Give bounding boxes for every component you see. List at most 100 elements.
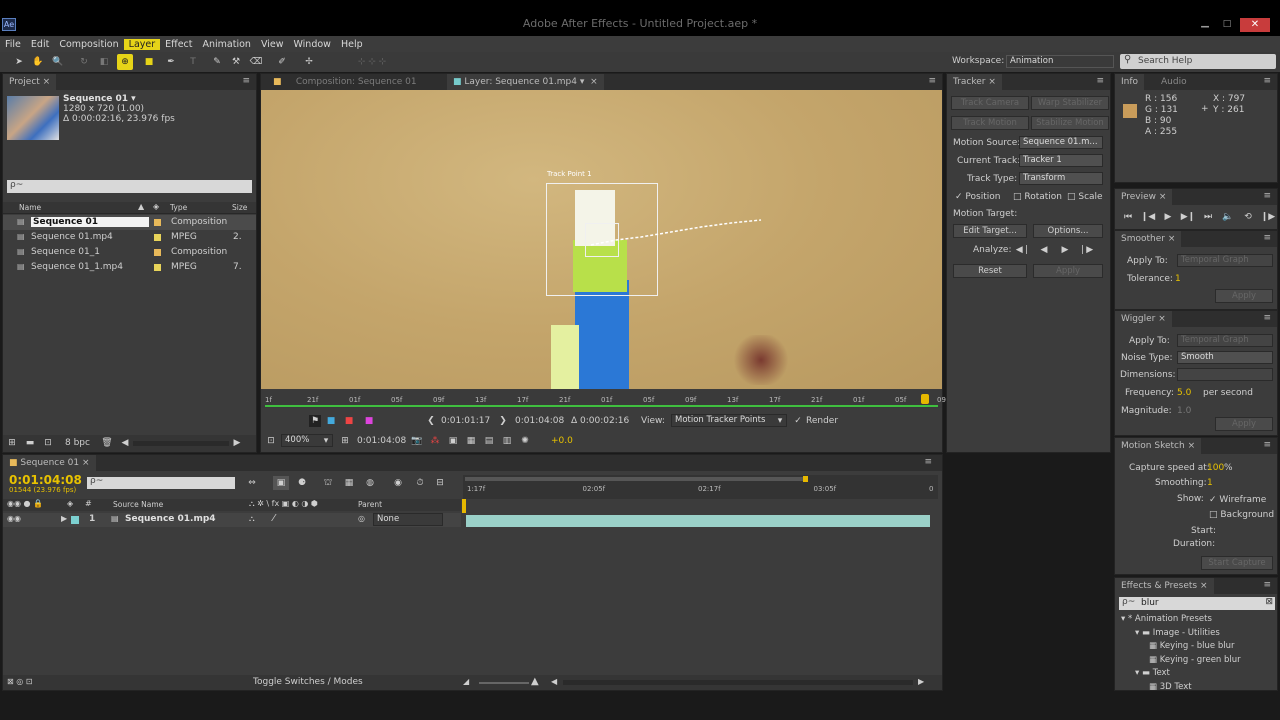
wiggler-apply-to-dropdown[interactable]: Temporal Graph bbox=[1177, 334, 1273, 347]
new-folder-icon[interactable]: ▬ bbox=[24, 437, 36, 449]
zoom-arrow-icon[interactable]: ▾ bbox=[321, 435, 331, 447]
project-item-name[interactable]: Sequence 01 ▾ bbox=[63, 94, 136, 104]
effects-tree-item[interactable]: ▦ Keying - blue blur bbox=[1149, 641, 1234, 651]
tab-sequence-01[interactable]: ■ Sequence 01 × bbox=[3, 455, 96, 471]
effects-tree-item[interactable]: ▾ * Animation Presets bbox=[1121, 614, 1212, 624]
reset-button[interactable]: Reset bbox=[953, 264, 1027, 278]
tab-effects-presets[interactable]: Effects & Presets × bbox=[1115, 578, 1214, 594]
current-time-indicator[interactable] bbox=[921, 394, 929, 404]
timeline-scroll-left-icon[interactable]: ◀ bbox=[551, 677, 557, 686]
ram-preview-icon[interactable]: ❙▶ bbox=[1261, 211, 1275, 223]
exposure-value[interactable]: +0.0 bbox=[551, 436, 573, 446]
layer-quality-icon[interactable]: ⁄ bbox=[273, 513, 275, 524]
tab-info[interactable]: Info bbox=[1115, 74, 1145, 90]
smoother-apply-button[interactable]: Apply bbox=[1215, 289, 1273, 303]
project-row-label-color[interactable] bbox=[154, 219, 161, 226]
out-time[interactable]: 0:01:04:08 bbox=[515, 416, 564, 426]
parent-dropdown[interactable]: None bbox=[373, 513, 443, 526]
views-layout-icon[interactable]: ▤ bbox=[483, 435, 495, 447]
scale-checkbox[interactable]: □ Scale bbox=[1067, 192, 1103, 202]
dimensions-dropdown[interactable] bbox=[1177, 368, 1273, 381]
clone-stamp-tool-icon[interactable]: ⚒ bbox=[229, 55, 243, 69]
rotation-tool-icon[interactable]: ↻ bbox=[77, 55, 91, 69]
work-area-end-handle[interactable] bbox=[803, 476, 808, 482]
warp-stabilizer-button[interactable]: Warp Stabilizer bbox=[1031, 96, 1109, 110]
wiggler-apply-button[interactable]: Apply bbox=[1215, 417, 1273, 431]
rotation-checkbox[interactable]: □ Rotation bbox=[1013, 192, 1062, 202]
delete-icon[interactable]: 🗑 bbox=[101, 437, 113, 449]
options-button[interactable]: Options... bbox=[1033, 224, 1103, 238]
parent-pickwhip-icon[interactable]: ◎ bbox=[358, 514, 365, 523]
loop-icon[interactable]: ⟲ bbox=[1241, 211, 1255, 223]
tab-composition[interactable]: ■ Composition: Sequence 01 bbox=[267, 74, 423, 90]
first-frame-icon[interactable]: ⏮ bbox=[1121, 211, 1135, 223]
analyze-forward-all-icon[interactable]: ❘▶ bbox=[1079, 244, 1093, 256]
in-time[interactable]: 0:01:01:17 bbox=[441, 416, 490, 426]
axis-mode-icon[interactable]: ⊹ ⊹ ⊹ bbox=[352, 55, 392, 69]
project-row[interactable]: ▤ Sequence 01 Composition bbox=[3, 215, 256, 230]
capture-speed-value[interactable]: 100 bbox=[1207, 463, 1224, 473]
zoom-slider[interactable] bbox=[479, 682, 529, 684]
layer-expand-icon[interactable]: ▶ bbox=[61, 514, 67, 523]
safe-zones-icon[interactable]: ⊞ bbox=[339, 435, 351, 447]
effects-tree-item[interactable]: ▾ ▬ Text bbox=[1135, 668, 1170, 678]
project-row-label-color[interactable] bbox=[154, 249, 161, 256]
interpret-footage-icon[interactable]: ⊞ bbox=[6, 437, 18, 449]
effects-tree-item[interactable]: ▦ Keying - green blur bbox=[1149, 655, 1241, 665]
stabilize-motion-button[interactable]: Stabilize Motion bbox=[1031, 116, 1109, 130]
track-motion-button[interactable]: Track Motion bbox=[951, 116, 1029, 130]
previous-frame-icon[interactable]: ❙◀ bbox=[1141, 211, 1155, 223]
snapshot-icon[interactable]: 📷 bbox=[411, 435, 423, 447]
tab-layer[interactable]: ■ Layer: Sequence 01.mp4 ▾ × bbox=[447, 74, 604, 90]
menu-effect[interactable]: Effect bbox=[160, 39, 197, 50]
current-track-dropdown[interactable]: Tracker 1 bbox=[1019, 154, 1103, 167]
tracker-menu-icon[interactable]: ≡ bbox=[1096, 76, 1104, 86]
live-update-icon[interactable]: ▣ bbox=[273, 476, 289, 490]
next-frame-icon[interactable]: ▶❙ bbox=[1181, 211, 1195, 223]
toggle-switches-modes[interactable]: Toggle Switches / Modes bbox=[253, 677, 363, 687]
new-composition-icon[interactable]: ⊡ bbox=[42, 437, 54, 449]
timeline-search-input[interactable]: ρ~ bbox=[87, 476, 235, 489]
layer-duration-bar[interactable] bbox=[466, 515, 930, 527]
effects-tree-item[interactable]: ▦ 3D Text bbox=[1149, 682, 1192, 692]
analyze-back-frame-icon[interactable]: ◀ bbox=[1038, 244, 1050, 256]
magnitude-value[interactable]: 1.0 bbox=[1177, 406, 1191, 416]
timeline-current-time-indicator[interactable] bbox=[462, 499, 466, 513]
channel-red-icon[interactable]: ■ bbox=[343, 415, 355, 427]
roto-brush-tool-icon[interactable]: ✐ bbox=[275, 55, 289, 69]
info-menu-icon[interactable]: ≡ bbox=[1263, 76, 1271, 86]
layer-shy-icon[interactable]: ⛬ bbox=[249, 514, 255, 524]
mute-audio-icon[interactable]: 🔈 bbox=[1221, 211, 1235, 223]
always-preview-icon[interactable]: ⊡ bbox=[265, 435, 277, 447]
timeline-hscrollbar[interactable] bbox=[563, 680, 913, 685]
label-column-icon[interactable]: ◈ bbox=[153, 202, 159, 211]
last-frame-icon[interactable]: ⏭ bbox=[1201, 211, 1215, 223]
frequency-value[interactable]: 5.0 bbox=[1177, 388, 1191, 398]
tab-motion-sketch[interactable]: Motion Sketch × bbox=[1115, 438, 1202, 454]
timeline-ruler[interactable]: 1:17f 02:05f 02:17f 03:05f 0 bbox=[463, 475, 938, 499]
position-checkbox[interactable]: ✓ Position bbox=[955, 192, 1000, 202]
render-checkbox[interactable]: ✓ bbox=[793, 415, 803, 427]
current-time[interactable]: 0:01:04:08 bbox=[357, 436, 406, 446]
edit-target-button[interactable]: Edit Target... bbox=[953, 224, 1027, 238]
graph-editor-icon[interactable]: ◉ bbox=[391, 477, 405, 489]
zoom-tool-icon[interactable]: 🔍 bbox=[51, 55, 65, 69]
work-area-bar[interactable] bbox=[265, 405, 938, 407]
solo-icon[interactable]: ⚑ bbox=[309, 415, 321, 427]
motion-sketch-menu-icon[interactable]: ≡ bbox=[1263, 440, 1271, 450]
smoother-apply-to-dropdown[interactable]: Temporal Graph bbox=[1177, 254, 1273, 267]
effects-menu-icon[interactable]: ≡ bbox=[1263, 580, 1271, 590]
frame-blending-icon[interactable]: ▦ bbox=[342, 477, 356, 489]
workspace-dropdown[interactable]: Animation bbox=[1006, 55, 1114, 68]
project-row-label-color[interactable] bbox=[154, 234, 161, 241]
analyze-back-all-icon[interactable]: ◀❘ bbox=[1016, 244, 1030, 256]
pen-tool-icon[interactable]: ✒ bbox=[164, 55, 178, 69]
viewer-menu-icon[interactable]: ≡ bbox=[928, 76, 936, 86]
clear-search-icon[interactable]: ⊠ bbox=[1265, 597, 1273, 607]
apply-button[interactable]: Apply bbox=[1033, 264, 1103, 278]
start-capture-button[interactable]: Start Capture bbox=[1201, 556, 1273, 570]
channel-rgb-icon[interactable]: ■ bbox=[325, 415, 337, 427]
close-button[interactable]: ✕ bbox=[1240, 18, 1270, 32]
tab-audio[interactable]: Audio bbox=[1155, 74, 1193, 90]
scroll-right-icon[interactable]: ▶ bbox=[231, 437, 243, 449]
